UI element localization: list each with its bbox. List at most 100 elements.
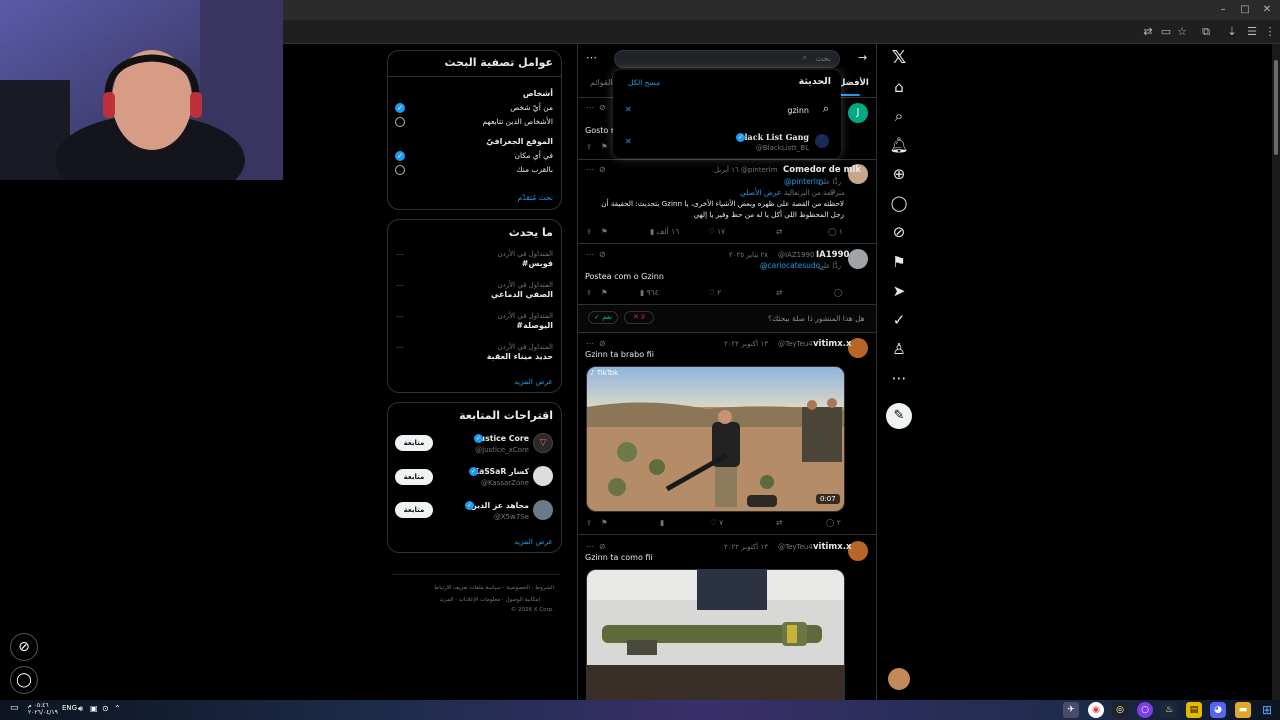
footer-links-2[interactable]: إمكانية الوصول · معلومات الإعلانات · الم… [392, 597, 540, 603]
remove-recent-query-button[interactable]: ✕ [625, 105, 632, 114]
repost-icon[interactable]: ⇄ [776, 517, 782, 529]
suggested-account-avatar[interactable] [533, 466, 553, 486]
app-icon[interactable]: ✈ [1063, 702, 1079, 718]
location-near-option[interactable]: بالقرب منك [420, 165, 553, 174]
footer-links-1[interactable]: الشروط · الخصوصية · سياسة ملفات تعريف ال… [392, 585, 554, 591]
download-icon[interactable]: ⇣ [1224, 24, 1240, 40]
grok-post-icon[interactable]: ⊘ [599, 339, 606, 348]
trend-name[interactable]: حديد ميناء العقبة [410, 352, 553, 361]
reply-to-handle[interactable]: @pinterlm [784, 177, 823, 186]
repost-icon[interactable]: ⇄ [776, 287, 782, 299]
trend-more-icon[interactable]: ⋯ [396, 281, 404, 290]
avatar[interactable] [848, 249, 868, 269]
minimize-button[interactable]: – [1212, 2, 1234, 18]
start-icon[interactable]: ⊞ [1259, 702, 1275, 718]
suggested-account-avatar[interactable]: ▽ [533, 433, 553, 453]
obs-icon[interactable]: ◎ [1112, 702, 1128, 718]
post-more-icon[interactable]: ⋯ [586, 103, 594, 112]
advanced-search-link[interactable]: بحث مُتقدّم [395, 193, 553, 202]
views-count[interactable]: ▮ ٩٦٤ [640, 287, 659, 299]
show-hidden-icons[interactable]: ⌃ [114, 704, 121, 713]
show-original-link[interactable]: عرض الأصلي [740, 188, 782, 197]
post-author-handle[interactable]: @TeyTeu4 [778, 543, 813, 551]
remove-recent-account-button[interactable]: ✕ [625, 137, 632, 146]
location-anywhere-radio[interactable]: ✓ [395, 151, 405, 161]
like-count[interactable]: ♡ ١٧ [708, 226, 725, 238]
x-logo-icon[interactable]: 𝕏 [886, 45, 912, 71]
translate-icon[interactable]: ⇄ [1140, 24, 1156, 40]
account-avatar[interactable] [888, 668, 910, 690]
trend-more-icon[interactable]: ⋯ [396, 250, 404, 259]
post-more-icon[interactable]: ⋯ [586, 165, 594, 174]
grok-post-icon[interactable]: ⊘ [599, 250, 606, 259]
grok-post-icon[interactable]: ⊘ [599, 542, 606, 551]
post-more-icon[interactable]: ⋯ [586, 542, 594, 551]
follow-button[interactable]: متابعة [395, 469, 433, 485]
search-icon[interactable]: ⌕ [886, 103, 912, 129]
extensions-icon[interactable]: ⧉ [1198, 24, 1214, 40]
grok-post-icon[interactable]: ⊘ [599, 103, 606, 112]
suggested-account-name[interactable]: KaSSaR كسار [440, 467, 529, 476]
suggested-account-name[interactable]: Justice Core [440, 434, 529, 443]
trend-more-icon[interactable]: ⋯ [396, 343, 404, 352]
reply-count[interactable]: ◯ ١ [828, 226, 843, 238]
avatar[interactable]: J [848, 103, 868, 123]
post-author-name[interactable]: vitimx.x [813, 542, 851, 552]
tab-lists[interactable]: القوائم [590, 78, 612, 87]
back-arrow-icon[interactable]: → [858, 51, 867, 64]
home-icon[interactable]: ⌂ [886, 74, 912, 100]
post-author-name[interactable]: vitimx.x [813, 339, 851, 349]
suggested-account-avatar[interactable] [533, 500, 553, 520]
chrome-icon[interactable]: ◉ [1088, 702, 1104, 718]
like-count[interactable]: ♡ ٧ [710, 517, 723, 529]
trend-name[interactable]: #فوبس [410, 259, 553, 268]
post-time[interactable]: ٢٨ يناير ٢٠٢٥ [729, 251, 768, 259]
bookmark-post-icon[interactable]: ⚑ [601, 226, 608, 238]
follow-button[interactable]: متابعة [395, 435, 433, 451]
bookmark-post-icon[interactable]: ⚑ [601, 141, 608, 153]
recent-account-avatar[interactable] [815, 134, 829, 148]
bookmark-icon[interactable]: ⚑ [886, 249, 912, 275]
grok-post-icon[interactable]: ⊘ [599, 165, 606, 174]
volume-icon[interactable]: 🔊︎ [78, 704, 83, 714]
people-following-radio[interactable] [395, 117, 405, 127]
share-icon[interactable]: ⇪ [586, 141, 592, 153]
location-near-radio[interactable] [395, 165, 405, 175]
views-icon[interactable]: ▮ [660, 517, 664, 529]
follow-button[interactable]: متابعة [395, 502, 433, 518]
clear-all-button[interactable]: مسح الكل [628, 78, 660, 87]
who-to-follow-show-more-link[interactable]: عرض المزيد [395, 537, 553, 546]
grok-float-button[interactable]: ⊘ [10, 633, 38, 661]
post-more-icon[interactable]: ⋯ [586, 250, 594, 259]
recent-query[interactable]: gzinn [787, 106, 809, 115]
menu-icon[interactable]: ⋮ [1262, 24, 1278, 40]
app-icon[interactable]: ○ [1137, 702, 1153, 718]
notification-icon[interactable]: ▭ [10, 703, 19, 713]
follow-icon[interactable]: ⊕ [886, 161, 912, 187]
reply-to-handle[interactable]: @cariocatesudo_ [760, 261, 824, 270]
rocket-icon[interactable]: ➤ [886, 278, 912, 304]
people-anyone-option[interactable]: من أيّ شخص [420, 103, 553, 112]
tab-top[interactable]: الأفضل [838, 78, 869, 88]
like-count[interactable]: ♡ ٢ [708, 287, 721, 299]
post-author-handle[interactable]: @TeyTeu4 [778, 340, 813, 348]
scrollbar-thumb[interactable] [1274, 60, 1278, 155]
share-icon[interactable]: ⇪ [586, 226, 592, 238]
trend-more-icon[interactable]: ⋯ [396, 312, 404, 321]
trend-name[interactable]: #اليوصلة [410, 321, 553, 330]
location-anywhere-option[interactable]: في أي مكان [420, 151, 553, 160]
compose-button[interactable]: ✎ [886, 403, 912, 429]
relevance-yes-button[interactable]: ✓ نعم [588, 311, 618, 324]
mic-icon[interactable]: ⊙ [102, 704, 109, 713]
share-icon[interactable]: ⇪ [586, 287, 592, 299]
reply-icon[interactable]: ◯ [834, 287, 842, 299]
people-following-option[interactable]: الأشخاص الذين تتابعهم [420, 117, 554, 126]
steam-icon[interactable]: ♨ [1161, 702, 1177, 718]
post-time[interactable]: ١٣ أكتوبر ٢٠٢٢ [724, 543, 768, 551]
verified-icon[interactable]: ✓ [886, 307, 912, 333]
profile-menu-icon[interactable]: ☰ [1244, 24, 1260, 40]
maximize-button[interactable]: □ [1234, 2, 1256, 18]
more-icon[interactable]: ⋯ [886, 365, 912, 391]
bookmark-post-icon[interactable]: ⚑ [601, 287, 608, 299]
messages-icon[interactable]: ◯ [886, 190, 912, 216]
